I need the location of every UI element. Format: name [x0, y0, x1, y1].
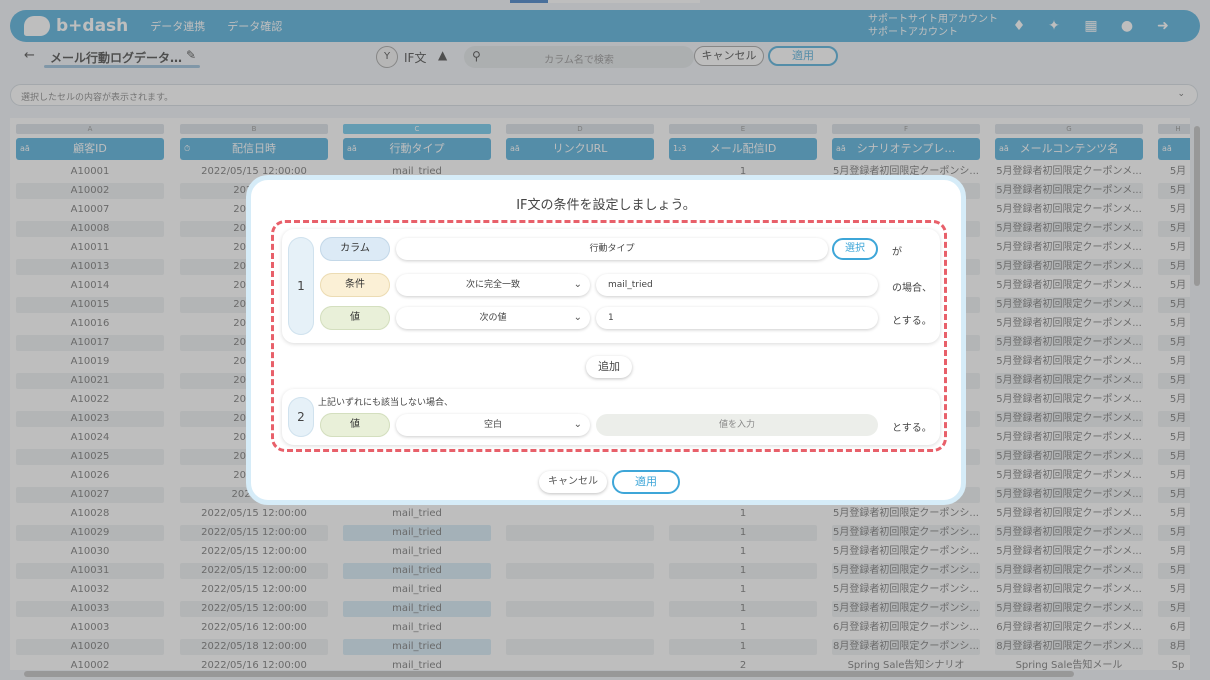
else-suffix: とする。: [892, 423, 932, 434]
else-value-type-select[interactable]: 空白 ⌄: [396, 414, 590, 436]
condition-suffix: の場合、: [892, 283, 932, 294]
else-value-input[interactable]: 値を入力: [596, 414, 878, 436]
else-card: 2 上記いずれにも該当しない場合、 値 空白 ⌄ 値を入力 とする。: [282, 389, 940, 445]
modal-title: IF文の条件を設定しましょう。: [516, 198, 696, 213]
else-number: 2: [288, 397, 314, 437]
if-condition-modal: IF文の条件を設定しましょう。 1 カラム 行動タイプ 選択 が 条件 次に完全…: [246, 175, 966, 505]
modal-apply-button[interactable]: 適用: [612, 470, 680, 494]
modal-cancel-button[interactable]: キャンセル: [539, 471, 607, 493]
else-description: 上記いずれにも該当しない場合、: [318, 398, 454, 408]
condition-area: 1 カラム 行動タイプ 選択 が 条件 次に完全一致 ⌄ mail_tried …: [271, 220, 947, 452]
value-input[interactable]: 1: [596, 307, 878, 329]
value-type-select[interactable]: 次の値 ⌄: [396, 307, 590, 329]
else-value-label-chip: 値: [320, 413, 390, 437]
value-type-value: 次の値: [479, 313, 507, 323]
condition-operator-value: 次に完全一致: [465, 280, 520, 290]
condition-value-input[interactable]: mail_tried: [596, 274, 878, 296]
value-suffix: とする。: [892, 316, 932, 327]
add-condition-button[interactable]: 追加: [586, 356, 632, 378]
else-value-type-value: 空白: [483, 420, 502, 430]
chevron-down-icon: ⌄: [573, 279, 582, 290]
condition-number: 1: [288, 237, 314, 335]
column-suffix: が: [892, 247, 902, 258]
chevron-down-icon: ⌄: [573, 312, 582, 323]
select-column-button[interactable]: 選択: [832, 238, 878, 260]
condition-operator-select[interactable]: 次に完全一致 ⌄: [396, 274, 590, 296]
column-value-field[interactable]: 行動タイプ: [396, 238, 828, 260]
condition-card-1: 1 カラム 行動タイプ 選択 が 条件 次に完全一致 ⌄ mail_tried …: [282, 229, 940, 343]
column-label-chip: カラム: [320, 237, 390, 261]
value-label-chip: 値: [320, 306, 390, 330]
condition-label-chip: 条件: [320, 273, 390, 297]
chevron-down-icon: ⌄: [573, 419, 582, 430]
